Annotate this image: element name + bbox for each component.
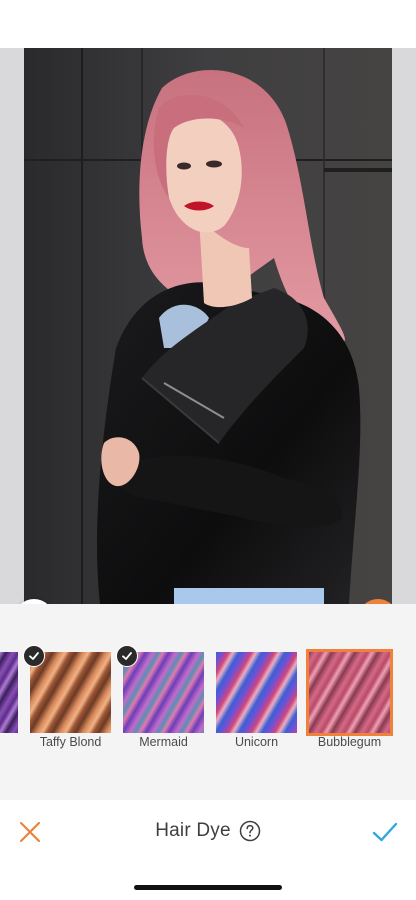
hair-dye-screen: Taffy Blond Mermaid Unicorn Bubblegum Hair … [0, 0, 416, 900]
swatch-label: Taffy Blond [39, 735, 102, 749]
check-badge-icon [116, 645, 138, 667]
portrait-photo [24, 48, 392, 604]
dye-swatch[interactable] [0, 652, 18, 733]
portrait-illustration [24, 48, 392, 604]
dye-swatch[interactable] [306, 649, 393, 736]
screen-title-text: Hair Dye [155, 820, 231, 841]
dye-swatch-panel: Taffy Blond Mermaid Unicorn Bubblegum [0, 604, 416, 800]
bottom-toolbar: Hair Dye [0, 800, 416, 900]
confirm-button[interactable] [371, 819, 399, 845]
swatch-label: Unicorn [234, 735, 279, 749]
question-circle-icon[interactable] [239, 820, 261, 842]
swatch-label: Bubblegum [317, 735, 382, 749]
swatch-label: Mermaid [139, 735, 188, 749]
check-badge-icon [23, 645, 45, 667]
dye-swatch[interactable] [123, 652, 204, 733]
photo-canvas[interactable] [0, 48, 416, 639]
dye-swatch[interactable] [30, 652, 111, 733]
checkmark-icon [372, 822, 398, 842]
dye-swatch[interactable] [216, 652, 297, 733]
screen-title: Hair Dye [0, 820, 416, 842]
home-indicator [134, 885, 282, 890]
